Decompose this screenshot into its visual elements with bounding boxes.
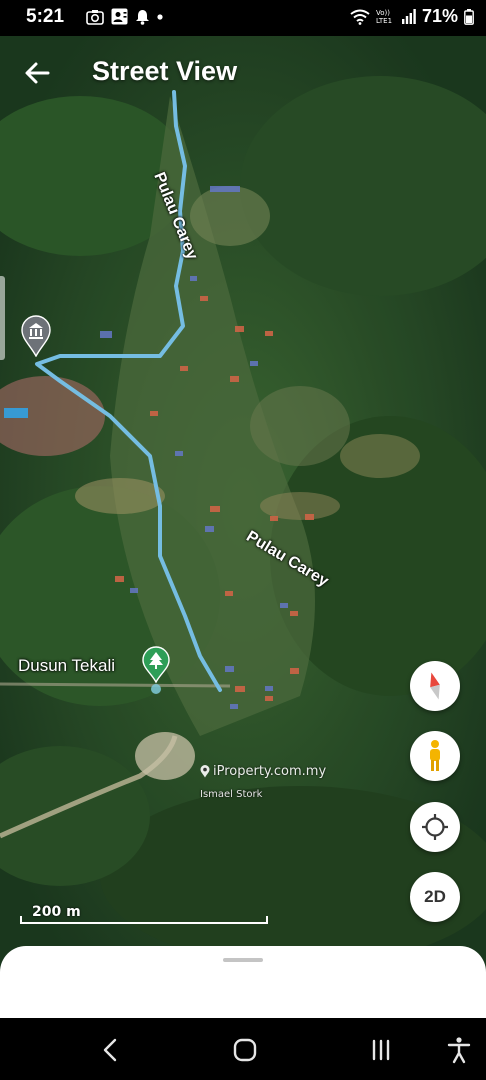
camera-notification-icon bbox=[86, 9, 104, 25]
recents-nav-icon[interactable] bbox=[366, 1036, 396, 1064]
view-mode-button[interactable]: 2D bbox=[410, 872, 460, 922]
compass-button[interactable] bbox=[410, 661, 460, 711]
watermark: iProperty.com.my bbox=[200, 764, 326, 779]
location-pin-icon bbox=[200, 765, 210, 778]
bell-icon bbox=[136, 9, 149, 25]
page-title: Street View bbox=[92, 56, 238, 86]
watermark-text: iProperty.com.my bbox=[213, 764, 327, 779]
accessibility-icon[interactable] bbox=[444, 1036, 474, 1064]
network-label: Vo)) LTE1 bbox=[375, 8, 393, 25]
status-right: Vo)) LTE1 71% bbox=[350, 6, 474, 27]
pegman-icon bbox=[430, 740, 440, 771]
system-nav-bar bbox=[0, 1018, 486, 1080]
my-location-icon bbox=[422, 814, 448, 840]
watermark-credit: Ismael Stork bbox=[200, 789, 263, 800]
status-time: 5:21 bbox=[26, 6, 65, 27]
museum-pin-icon[interactable] bbox=[20, 315, 52, 357]
top-bar: Street View bbox=[0, 36, 486, 106]
scale-bar: 200 m bbox=[20, 904, 268, 924]
compass-icon bbox=[430, 672, 440, 700]
notification-icons bbox=[86, 8, 163, 25]
bottom-sheet[interactable] bbox=[0, 946, 486, 1026]
contact-card-icon bbox=[111, 8, 128, 25]
my-location-button[interactable] bbox=[410, 802, 460, 852]
sheet-drag-handle[interactable] bbox=[223, 958, 263, 962]
wifi-icon bbox=[350, 9, 370, 25]
battery-percent: 71% bbox=[421, 6, 458, 26]
home-nav-icon[interactable] bbox=[230, 1036, 260, 1064]
street-view-pegman-button[interactable] bbox=[410, 731, 460, 781]
scale-line bbox=[20, 916, 268, 924]
signal-icon bbox=[401, 9, 416, 24]
dot-icon bbox=[157, 13, 163, 20]
park-pin-icon[interactable] bbox=[141, 646, 171, 696]
status-bar: 5:21 Vo)) LTE1 71% bbox=[0, 0, 486, 36]
back-arrow-icon[interactable] bbox=[20, 56, 54, 90]
battery-icon bbox=[464, 8, 474, 25]
view-mode-label: 2D bbox=[424, 887, 446, 906]
place-label[interactable]: Dusun Tekali bbox=[18, 656, 115, 676]
side-panel-tab[interactable] bbox=[0, 276, 5, 360]
back-nav-icon[interactable] bbox=[96, 1036, 126, 1064]
